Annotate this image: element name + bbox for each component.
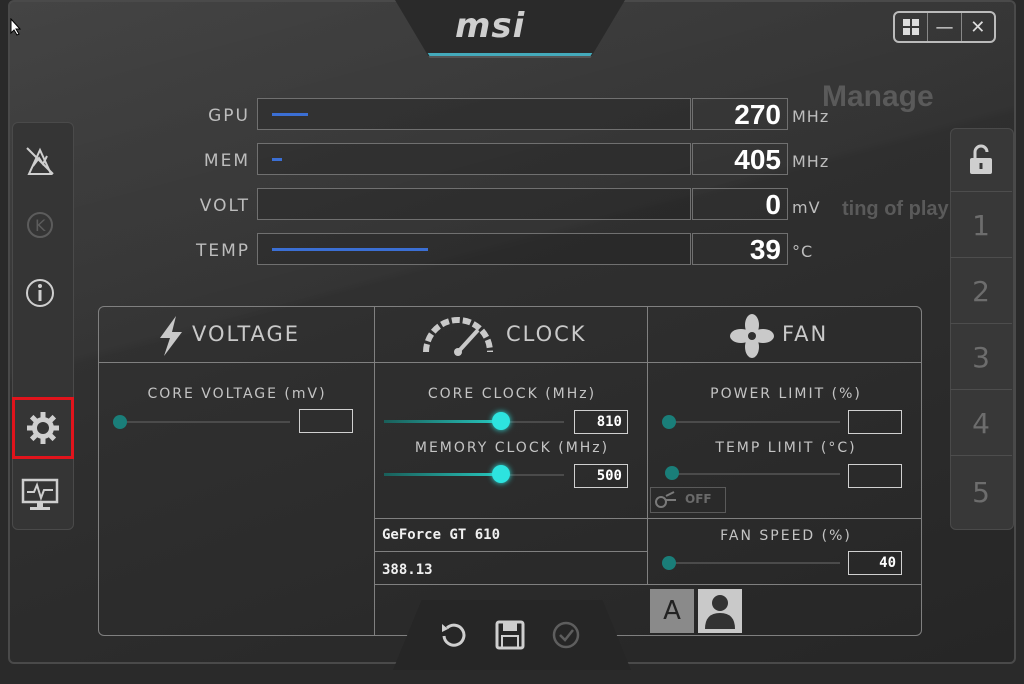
fan-speed-slider[interactable] <box>662 556 676 570</box>
save-icon[interactable] <box>492 617 528 653</box>
core-voltage-input[interactable] <box>299 409 353 433</box>
fan-icon <box>730 314 774 362</box>
info-icon[interactable] <box>14 268 66 318</box>
mem-bar <box>257 143 691 175</box>
profile-slot-2[interactable]: 2 <box>950 260 1012 324</box>
link-icon <box>654 490 678 514</box>
power-limit-input[interactable] <box>848 410 902 434</box>
core-clock-input[interactable]: 810 <box>574 410 628 434</box>
temp-unit: °C <box>792 242 814 261</box>
power-limit-label: POWER LIMIT (%) <box>710 386 862 402</box>
gpu-label: GPU <box>208 106 250 126</box>
core-clock-slider[interactable] <box>492 412 510 430</box>
volt-value: 0 <box>692 188 788 220</box>
divider-info-mid <box>374 551 647 552</box>
fan-user-button[interactable] <box>698 589 742 633</box>
monitor-icon[interactable] <box>14 470 66 520</box>
msi-logo: msi <box>455 6 526 46</box>
memory-clock-input[interactable]: 500 <box>574 464 628 488</box>
settings-icon[interactable] <box>12 397 74 459</box>
temp-limit-input[interactable] <box>848 464 902 488</box>
volt-bar <box>257 188 691 220</box>
memory-clock-slider[interactable] <box>492 465 510 483</box>
profile-slot-4[interactable]: 4 <box>950 392 1012 456</box>
gpu-bar <box>257 98 691 130</box>
temp-limit-slider[interactable] <box>665 466 679 480</box>
reset-icon[interactable] <box>436 617 472 653</box>
mem-bar-fill <box>272 158 282 161</box>
core-voltage-slider[interactable] <box>113 415 127 429</box>
temp-value: 39 <box>692 233 788 265</box>
temp-limit-track <box>668 473 840 475</box>
fan-speed-track <box>668 562 840 564</box>
memory-clock-fill <box>384 473 502 476</box>
mouse-cursor <box>10 17 22 40</box>
window-controls: — ✕ <box>893 11 996 43</box>
profile-slot-3[interactable]: 3 <box>950 326 1012 390</box>
voltage-icon <box>156 316 186 360</box>
svg-text:K: K <box>35 216 46 235</box>
fan-title: FAN <box>782 322 829 346</box>
gpu-name: GeForce GT 610 <box>382 527 501 543</box>
oc-scanner-icon[interactable] <box>14 136 66 186</box>
mem-label: MEM <box>203 151 250 171</box>
fan-auto-button[interactable]: A <box>650 589 694 633</box>
mem-unit: MHz <box>792 152 830 171</box>
divider-info-top <box>374 518 922 519</box>
control-panel <box>98 306 922 636</box>
memory-clock-label: MEMORY CLOCK (MHz) <box>414 440 610 456</box>
core-clock-label: CORE CLOCK (MHz) <box>427 386 597 402</box>
clock-title: CLOCK <box>506 322 587 346</box>
power-limit-slider[interactable] <box>662 415 676 429</box>
kombustor-icon[interactable]: K <box>14 200 66 250</box>
gpu-bar-fill <box>272 113 308 116</box>
minimize-button[interactable]: — <box>928 13 962 41</box>
close-button[interactable]: ✕ <box>962 13 994 41</box>
divider-header <box>98 362 922 363</box>
mem-value: 405 <box>692 143 788 175</box>
background-text-1: Manage <box>822 80 934 113</box>
unlock-icon[interactable] <box>950 128 1012 192</box>
core-voltage-label: CORE VOLTAGE (mV) <box>147 386 327 402</box>
temp-limit-label: TEMP LIMIT (°C) <box>715 440 857 456</box>
fan-speed-label: FAN SPEED (%) <box>720 528 852 544</box>
apply-icon[interactable] <box>548 617 584 653</box>
voltage-title: VOLTAGE <box>192 322 301 346</box>
driver-version: 388.13 <box>382 562 433 578</box>
user-icon <box>705 595 735 629</box>
fan-speed-input[interactable]: 40 <box>848 551 902 575</box>
divider-info-bottom <box>374 584 922 585</box>
profile-slot-5[interactable]: 5 <box>950 460 1012 524</box>
volt-label: VOLT <box>199 196 250 216</box>
windows-icon[interactable] <box>895 13 929 41</box>
temp-bar <box>257 233 691 265</box>
volt-unit: mV <box>792 198 821 217</box>
core-voltage-track <box>122 421 290 423</box>
profile-slot-1[interactable]: 1 <box>950 194 1012 258</box>
gpu-unit: MHz <box>792 107 830 126</box>
gpu-value: 270 <box>692 98 788 130</box>
link-toggle-label: OFF <box>685 492 712 506</box>
core-clock-fill <box>384 420 502 423</box>
background-text-2: ting of play <box>842 198 949 220</box>
power-limit-track <box>668 421 840 423</box>
divider-left <box>374 306 375 636</box>
clock-icon <box>420 316 496 360</box>
temp-bar-fill <box>272 248 428 251</box>
divider-right <box>647 306 648 584</box>
temp-label: TEMP <box>195 241 250 261</box>
